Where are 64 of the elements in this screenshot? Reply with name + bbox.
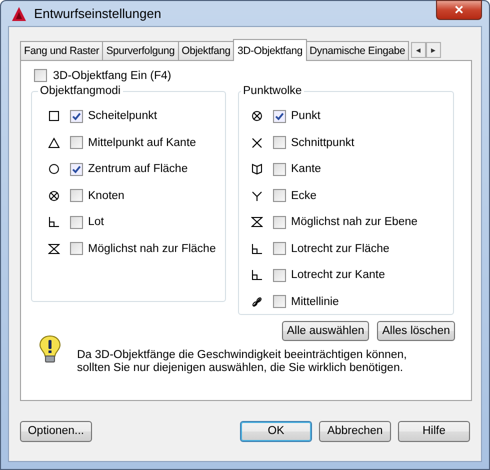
window-title: Entwurfseinstellungen xyxy=(34,6,162,21)
tab[interactable]: 3D-Objektfang xyxy=(233,39,307,61)
push-button[interactable]: Alle auswählen xyxy=(282,321,370,341)
checkbox[interactable] xyxy=(273,216,286,229)
push-button[interactable]: Hilfe xyxy=(398,420,470,442)
options-button[interactable]: Optionen... xyxy=(20,420,92,442)
checkbox[interactable] xyxy=(273,242,286,256)
square-icon xyxy=(48,110,60,122)
circle-icon xyxy=(48,163,60,176)
checkbox-label: 3D-Objektfang Ein (F4) xyxy=(53,70,172,82)
push-button[interactable]: OK xyxy=(240,420,312,442)
tab[interactable]: Fang und Raster xyxy=(20,41,104,60)
checkbox[interactable] xyxy=(273,162,286,176)
checkbox[interactable] xyxy=(70,162,83,176)
checkbox-label: Knoten xyxy=(88,190,124,202)
checkbox[interactable] xyxy=(273,110,286,123)
checkbox-label: Mittellinie xyxy=(291,296,339,308)
tab[interactable]: Dynamische Eingabe xyxy=(306,41,410,60)
tab[interactable]: Objektfang xyxy=(178,41,234,60)
checkbox[interactable] xyxy=(273,189,286,202)
checkbox[interactable] xyxy=(70,136,83,150)
knot-icon xyxy=(251,110,263,122)
checkbox[interactable] xyxy=(273,295,286,308)
group-title: Objektfangmodi xyxy=(39,85,122,97)
push-button[interactable]: Abbrechen xyxy=(319,420,391,442)
checkbox-label: Lotrecht zur Kante xyxy=(291,269,385,282)
checkbox-label: Schnittpunkt xyxy=(291,136,354,149)
checkbox[interactable] xyxy=(70,189,83,202)
checkbox-label: Kante xyxy=(291,163,322,176)
checkbox-label: Punkt xyxy=(291,110,320,122)
group-title: Punktwolke xyxy=(242,85,303,97)
knot-icon xyxy=(48,190,60,202)
perpendicular-icon xyxy=(48,216,60,228)
cross-icon xyxy=(251,136,263,149)
book-icon xyxy=(251,163,263,176)
hourglass-icon xyxy=(48,242,60,255)
checkbox[interactable] xyxy=(34,69,47,82)
hourglass-icon xyxy=(251,216,263,228)
checkbox[interactable] xyxy=(273,136,286,150)
checkbox-label: Möglichst nah zur Ebene xyxy=(291,216,418,228)
tab-scroll-button[interactable]: ◂ xyxy=(411,42,426,58)
logo-icon xyxy=(11,6,27,22)
triangle-icon xyxy=(48,136,60,149)
checkbox-label: Scheitelpunkt xyxy=(88,110,158,122)
checkbox-label: Möglichst nah zur Fläche xyxy=(88,242,216,255)
close-button[interactable]: ✕ xyxy=(436,0,482,20)
checkbox[interactable] xyxy=(70,242,83,256)
checkbox[interactable] xyxy=(273,268,286,282)
checkbox-label: Lotrecht zur Fläche xyxy=(291,242,390,255)
checkbox-label: Lot xyxy=(88,216,104,228)
tab-scroll-button[interactable]: ▸ xyxy=(426,42,442,58)
checkbox-label: Mittelpunkt auf Kante xyxy=(88,136,196,149)
perpendicular-icon xyxy=(251,269,263,282)
chain-icon xyxy=(251,296,263,308)
checkbox-label: Zentrum auf Fläche xyxy=(88,163,188,176)
push-button[interactable]: Alles löschen xyxy=(377,321,455,341)
lightbulb-icon xyxy=(39,335,61,365)
checkbox[interactable] xyxy=(70,216,83,229)
info-text: Da 3D-Objektfänge die Geschwindigkeit beeinträchtigen können, sollten Sie nur diejenigen auswählen, die Sie wirklich benötigen. xyxy=(77,349,408,375)
perpendicular-icon xyxy=(251,242,263,255)
tab[interactable]: Spurverfolgung xyxy=(102,41,179,60)
checkbox[interactable] xyxy=(70,110,83,123)
checkbox-label: Ecke xyxy=(291,190,317,202)
fork-icon xyxy=(251,190,263,202)
